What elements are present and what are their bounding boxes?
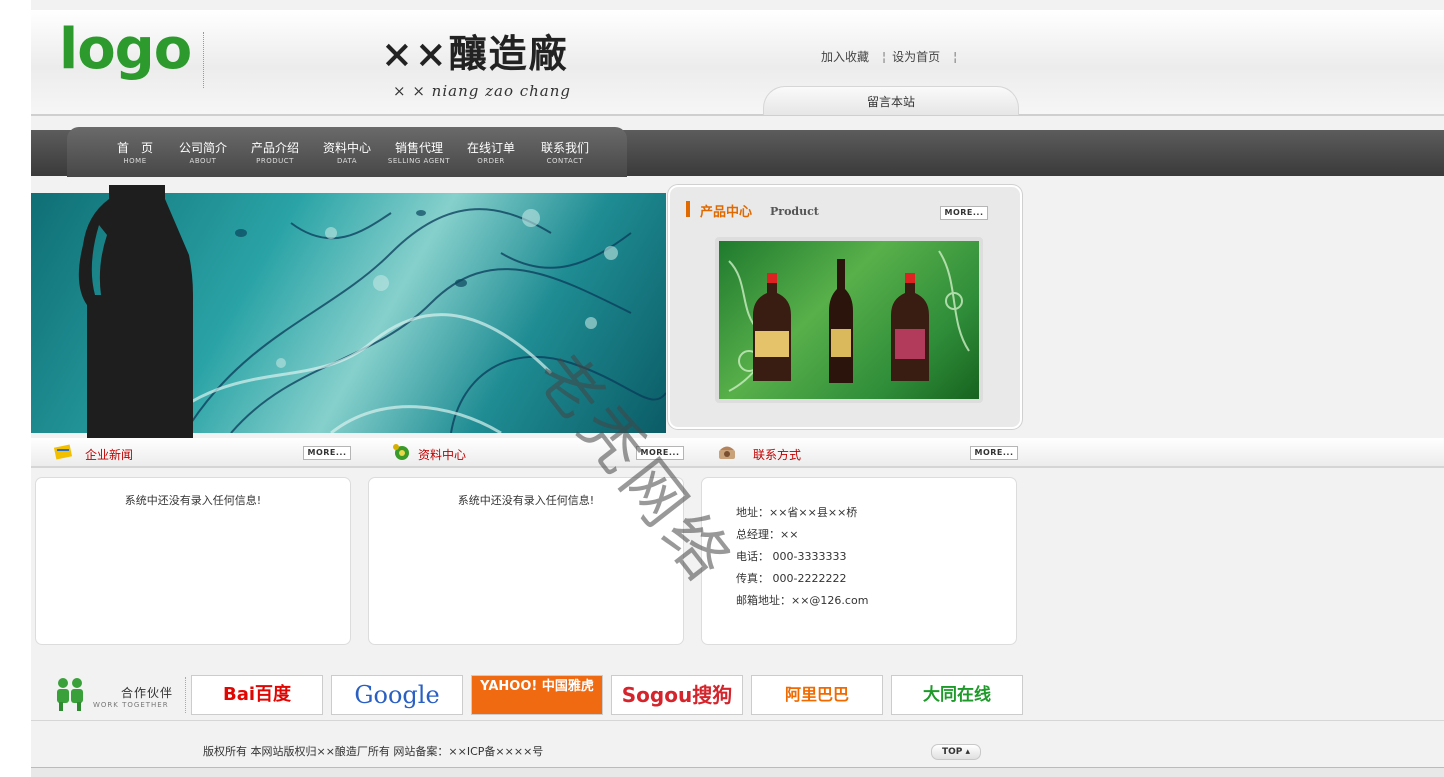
contact-card: 地址：××省××县××桥 总经理：×× 电话： 000-3333333 传真： … (701, 477, 1017, 645)
nav-item-home[interactable]: 首 页 HOME (113, 140, 157, 166)
site-name-pinyin: × × niang zao chang (393, 82, 572, 100)
news-section-title[interactable]: 企业新闻 (85, 446, 133, 463)
section-bar (31, 438, 1444, 468)
header: logo ××釀造廠 × × niang zao chang 加入收藏 ¦ 设为首页… (31, 10, 1444, 116)
partner-alibaba[interactable]: 阿里巴巴 (751, 675, 883, 715)
nav-item-about[interactable]: 公司简介 ABOUT (177, 140, 229, 166)
product-panel: 产品中心 Product MORE... (668, 185, 1022, 429)
set-homepage-link[interactable]: 设为首页 (892, 50, 940, 64)
product-title-marker (686, 201, 690, 217)
add-favorite-link[interactable]: 加入收藏 (821, 50, 869, 64)
logo[interactable]: logo (59, 20, 192, 80)
footer-divider (31, 720, 1444, 721)
nav-item-selling-agent[interactable]: 销售代理 SELLING AGENT (379, 140, 459, 166)
news-card: 系统中还没有录入任何信息! (35, 477, 351, 645)
partners-icon (57, 678, 83, 711)
partner-datong[interactable]: 大同在线 (891, 675, 1023, 715)
contact-email[interactable]: 邮箱地址：××@126.com (736, 592, 868, 608)
data-icon (393, 444, 409, 460)
product-more-button[interactable]: MORE... (940, 206, 988, 220)
nav-item-contact[interactable]: 联系我们 CONTACT (537, 140, 593, 166)
site-name: ××釀造廠 (381, 31, 569, 76)
partners-title: 合作伙伴 (121, 686, 174, 700)
link-separator: ¦ (953, 50, 958, 64)
contact-section-title[interactable]: 联系方式 (753, 446, 801, 463)
back-to-top-button[interactable]: TOP ▴ (931, 744, 981, 760)
contact-fax: 传真： 000-2222222 (736, 572, 847, 585)
product-title-en: Product (770, 205, 819, 218)
partner-baidu[interactable]: Bai百度 (191, 675, 323, 715)
bottle-silhouette (78, 185, 193, 439)
partner-yahoo[interactable]: YAHOO! 中国雅虎 (471, 675, 603, 715)
partners-divider (185, 677, 186, 713)
news-empty-message: 系统中还没有录入任何信息! (124, 494, 262, 507)
link-separator: ¦ (882, 50, 887, 64)
product-bottles (728, 250, 970, 392)
logo-divider (203, 32, 204, 88)
partners-title-en: WORK TOGETHER (93, 701, 169, 709)
nav-item-product[interactable]: 产品介绍 PRODUCT (249, 140, 301, 166)
top-links: 加入收藏 ¦ 设为首页 ¦ (821, 48, 963, 65)
contact-more-button[interactable]: MORE... (970, 446, 1018, 460)
contact-address: 地址：××省××县××桥 (736, 506, 858, 519)
data-section-title[interactable]: 资料中心 (418, 446, 466, 463)
nav-item-data[interactable]: 资料中心 DATA (321, 140, 373, 166)
leave-message-tab[interactable]: 留言本站 (763, 86, 1019, 115)
news-more-button[interactable]: MORE... (303, 446, 351, 460)
news-icon (53, 444, 73, 460)
product-image[interactable] (715, 237, 983, 403)
product-title: 产品中心 (700, 205, 753, 220)
copyright-text: 版权所有 本网站版权归××酿造厂所有 网站备案：××ICP备××××号 (203, 745, 544, 758)
contact-phone: 电话： 000-3333333 (736, 550, 847, 563)
page: logo ××釀造廠 × × niang zao chang 加入收藏 ¦ 设为首页… (31, 0, 1444, 776)
nav-item-order[interactable]: 在线订单 ORDER (465, 140, 517, 166)
partner-google[interactable]: Google (331, 675, 463, 715)
phone-icon (719, 446, 735, 459)
partner-sogou[interactable]: Sogou搜狗 (611, 675, 743, 715)
